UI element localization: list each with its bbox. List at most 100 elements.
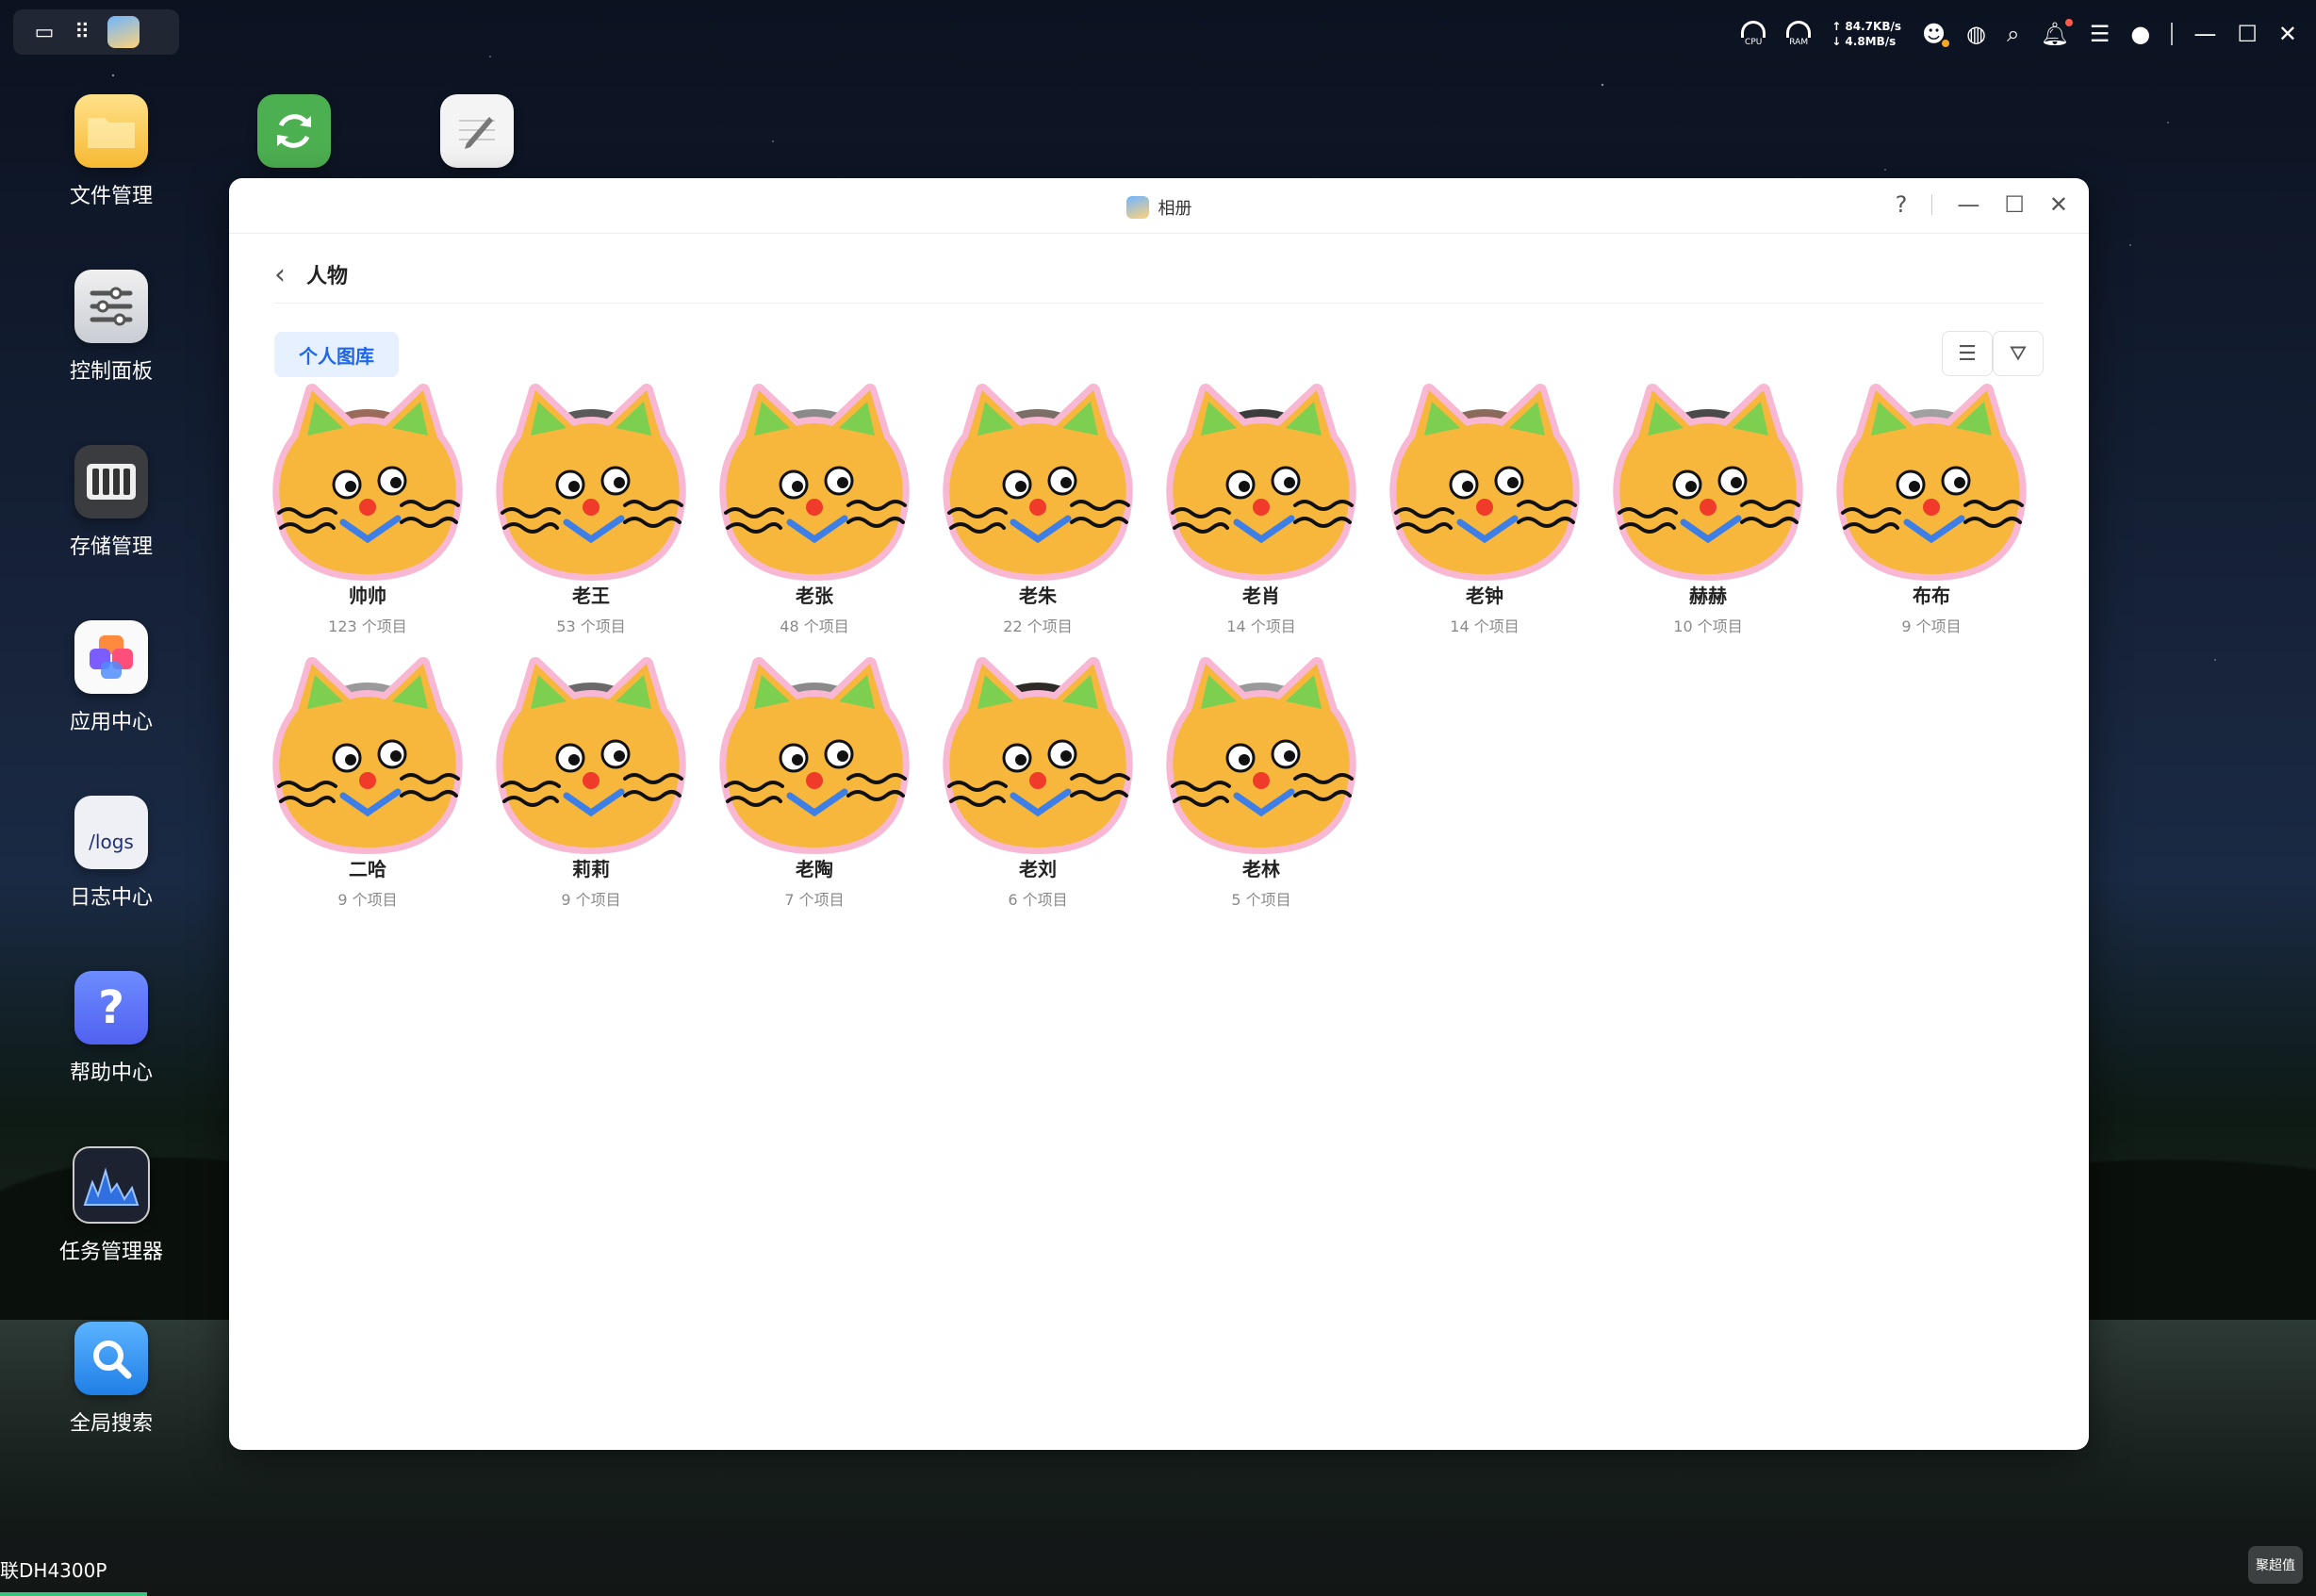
filter-button[interactable]: ⛛: [1993, 331, 2044, 376]
cpu-gauge-icon: [1741, 21, 1766, 38]
system-tray: CPU RAM ↑ 84.7KB/s ↓ 4.8MB/s ☻ ◍ ⌕ 🔔︎ ☰ …: [1741, 15, 2297, 53]
minimize-icon[interactable]: —: [2193, 21, 2216, 47]
network-speed[interactable]: ↑ 84.7KB/s ↓ 4.8MB/s: [1831, 19, 1901, 49]
desktop-icon-help[interactable]: ? 帮助中心: [36, 971, 187, 1086]
sort-button[interactable]: ☰: [1942, 331, 1993, 376]
app-grid-icon[interactable]: ⠿: [70, 20, 94, 44]
person-avatar[interactable]: [1166, 657, 1356, 854]
person-card[interactable]: 赫赫 10 个项目: [1596, 384, 1820, 636]
person-avatar[interactable]: [272, 384, 463, 581]
person-card[interactable]: 老刘 6 个项目: [926, 657, 1150, 910]
cat-sticker-overlay: [496, 384, 686, 581]
top-left-launcher: ▭ ⠿: [13, 9, 179, 55]
desktop-icon-label: 任务管理器: [58, 1241, 163, 1264]
ram-gauge-icon: [1786, 21, 1812, 38]
window-close-icon[interactable]: ✕: [2049, 191, 2068, 218]
person-card[interactable]: 老陶 7 个项目: [702, 657, 927, 910]
help-button[interactable]: ?: [1896, 191, 1908, 218]
cpu-gauge[interactable]: CPU: [1741, 21, 1766, 47]
cat-sticker-overlay: [719, 657, 910, 854]
cat-sticker-overlay: [1389, 384, 1580, 581]
desktop-icon-logs[interactable]: /logs 日志中心: [36, 796, 187, 911]
photos-app-icon: [1125, 196, 1149, 219]
bell-icon[interactable]: 🔔︎: [2040, 19, 2073, 47]
person-avatar[interactable]: [1613, 384, 1803, 581]
person-avatar[interactable]: [496, 657, 686, 854]
desktop-icon-label: 日志中心: [69, 886, 153, 910]
tray-separator: [2171, 23, 2174, 45]
person-item-count: 53 个项目: [556, 617, 626, 635]
cat-sticker-overlay: [943, 384, 1133, 581]
desktop-icon-notepad[interactable]: [402, 94, 552, 179]
person-item-count: 9 个项目: [1901, 617, 1962, 635]
desktop-icon-label: 文件管理: [69, 185, 153, 208]
desktop-icon-file-manager[interactable]: 文件管理: [36, 94, 187, 209]
person-card[interactable]: 帅帅 123 个项目: [255, 384, 480, 636]
cat-sticker-overlay: [496, 657, 686, 854]
desktop-icon-label: 控制面板: [69, 360, 153, 384]
window-title-group: 相册: [1125, 195, 1192, 220]
desktop-icon-label: 帮助中心: [69, 1061, 153, 1085]
desktop-icon-label: 全局搜索: [69, 1412, 153, 1436]
watermark: 聚超值: [2248, 1546, 2303, 1584]
upload-speed: ↑ 84.7KB/s: [1831, 20, 1901, 33]
person-card[interactable]: 老林 5 个项目: [1149, 657, 1373, 910]
tab-personal-library[interactable]: 个人图库: [274, 332, 399, 377]
person-avatar[interactable]: [496, 384, 686, 581]
person-card[interactable]: 莉莉 9 个项目: [479, 657, 703, 910]
user-alert-icon[interactable]: ☻: [1922, 21, 1950, 47]
person-avatar[interactable]: [943, 384, 1133, 581]
globe-icon[interactable]: ◍: [1966, 21, 1986, 47]
widgets-icon[interactable]: ☰: [2090, 21, 2111, 47]
help-icon: ?: [74, 971, 148, 1045]
person-avatar[interactable]: [1389, 384, 1580, 581]
person-card[interactable]: 布布 9 个项目: [1819, 384, 2044, 636]
person-avatar[interactable]: [272, 657, 463, 854]
window-title: 相册: [1158, 199, 1192, 219]
close-icon[interactable]: ✕: [2278, 21, 2297, 47]
cat-sticker-overlay: [272, 657, 463, 854]
window-maximize-icon[interactable]: ☐: [2004, 191, 2025, 218]
back-chevron-icon[interactable]: ‹: [274, 258, 286, 291]
search-icon[interactable]: ⌕: [2007, 21, 2019, 47]
photos-app-icon[interactable]: [107, 16, 140, 48]
desktop-icon-sync[interactable]: [219, 94, 370, 179]
window-titlebar[interactable]: 相册 ? — ☐ ✕: [229, 178, 2089, 234]
person-item-count: 9 个项目: [561, 891, 621, 909]
maximize-icon[interactable]: ☐: [2237, 21, 2258, 47]
desktop-icon-control-panel[interactable]: 控制面板: [36, 270, 187, 385]
sync-icon: [257, 94, 331, 168]
cat-sticker-overlay: [1166, 384, 1356, 581]
person-avatar[interactable]: [943, 657, 1133, 854]
desktop-icon-task-manager[interactable]: 任务管理器: [36, 1146, 187, 1265]
sliders-icon: [74, 270, 148, 343]
person-card[interactable]: 老钟 14 个项目: [1372, 384, 1597, 636]
photos-window: 相册 ? — ☐ ✕ ‹ 人物 个人图库 ☰ ⛛ 帅帅 123 个项目 老王 5…: [229, 178, 2089, 1450]
person-card[interactable]: 老朱 22 个项目: [926, 384, 1150, 636]
person-card[interactable]: 老王 53 个项目: [479, 384, 703, 636]
ram-gauge[interactable]: RAM: [1786, 21, 1812, 47]
taskbar-active-indicator: [0, 1592, 147, 1596]
person-card[interactable]: 二哈 9 个项目: [255, 657, 480, 910]
person-item-count: 6 个项目: [1008, 891, 1068, 909]
person-avatar[interactable]: [1166, 384, 1356, 581]
window-minimize-icon[interactable]: —: [1957, 191, 1979, 218]
show-desktop-icon[interactable]: ▭: [32, 20, 57, 44]
notepad-icon: [440, 94, 514, 168]
user-icon[interactable]: ●: [2130, 21, 2150, 47]
taskbar: 联DH4300P 聚超值: [0, 1537, 2316, 1596]
desktop-icon-app-center[interactable]: 应用中心: [36, 620, 187, 735]
desktop-icon-storage[interactable]: 存储管理: [36, 445, 187, 560]
person-card[interactable]: 老张 48 个项目: [702, 384, 927, 636]
desktop-icon-global-search[interactable]: 全局搜索: [36, 1322, 187, 1437]
download-speed: ↓ 4.8MB/s: [1831, 35, 1897, 48]
person-avatar[interactable]: [719, 657, 910, 854]
person-item-count: 123 个项目: [328, 617, 407, 635]
person-avatar[interactable]: [1836, 384, 2027, 581]
ram-label: RAM: [1789, 38, 1809, 47]
sort-icon: ☰: [1958, 341, 1977, 366]
person-card[interactable]: 老肖 14 个项目: [1149, 384, 1373, 636]
controls-separator: [1931, 194, 1933, 215]
person-avatar[interactable]: [719, 384, 910, 581]
person-item-count: 9 个项目: [337, 891, 398, 909]
